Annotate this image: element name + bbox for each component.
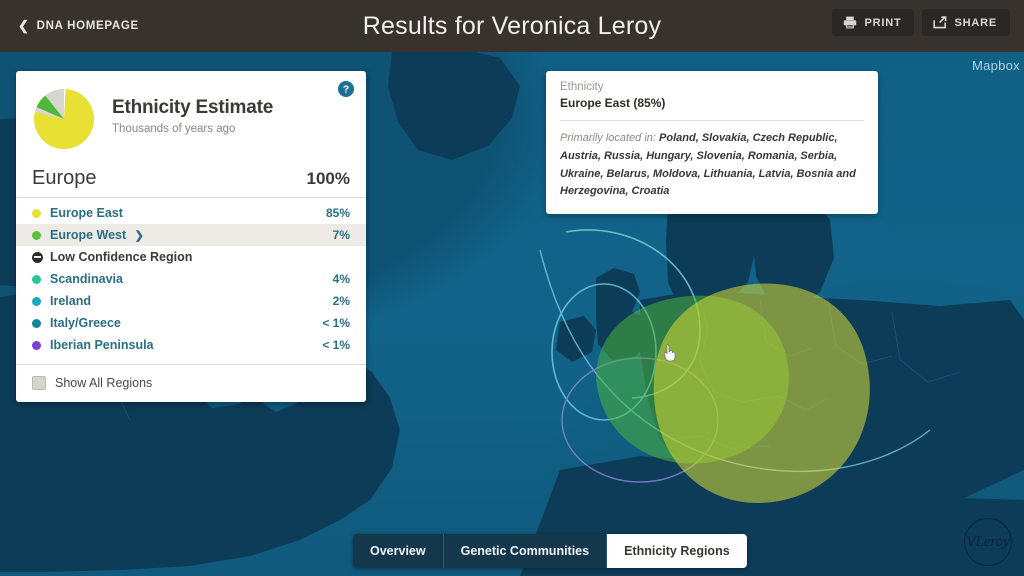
ethnicity-percent: 2%: [332, 294, 350, 308]
mapbox-attribution[interactable]: Mapbox: [972, 58, 1020, 73]
chevron-right-icon[interactable]: ❯: [135, 230, 144, 242]
list-item[interactable]: Iberian Peninsula < 1%: [16, 334, 366, 356]
color-dot-icon: [32, 296, 41, 306]
minus-circle-icon: [32, 251, 43, 263]
ethnicity-label: Europe East: [50, 206, 123, 220]
show-all-regions-checkbox[interactable]: [32, 376, 46, 390]
tooltip-kicker: Ethnicity: [560, 81, 604, 93]
share-icon: [933, 16, 947, 29]
color-dot-icon: [32, 340, 41, 350]
share-button[interactable]: SHARE: [922, 9, 1010, 36]
dna-results-page: Mapbox VLeroy ❮ DNA HOMEPAGE Results for…: [0, 0, 1024, 576]
panel-title: Ethnicity Estimate: [112, 97, 274, 118]
tab-overview[interactable]: Overview: [353, 534, 444, 568]
low-confidence-label: Low Confidence Region: [50, 250, 193, 264]
ethnicity-estimate-panel: Ethnicity Estimate Thousands of years ag…: [16, 71, 366, 402]
region-percent: 100%: [306, 169, 350, 188]
ethnicity-label: Italy/Greece: [50, 316, 121, 330]
ethnicity-label: Ireland: [50, 294, 91, 308]
ethnicity-pie-chart: [34, 88, 94, 149]
list-item[interactable]: Italy/Greece < 1%: [16, 312, 366, 334]
printer-icon: [844, 16, 857, 29]
share-label: SHARE: [954, 16, 997, 29]
ethnicity-label: Scandinavia: [50, 272, 123, 286]
color-dot-icon: [32, 274, 41, 284]
low-confidence-header: Low Confidence Region: [16, 246, 366, 268]
video-watermark: VLeroy: [964, 518, 1012, 566]
tab-ethnicity-regions[interactable]: Ethnicity Regions: [607, 534, 747, 568]
dna-homepage-link[interactable]: ❮ DNA HOMEPAGE: [18, 18, 139, 33]
question-mark-icon[interactable]: ?: [338, 81, 354, 97]
panel-subtitle: Thousands of years ago: [112, 123, 236, 135]
tooltip-divider: [560, 120, 864, 121]
pointer-cursor: [663, 344, 676, 362]
print-label: PRINT: [864, 16, 902, 29]
region-name: Europe: [32, 167, 97, 189]
list-item[interactable]: Ireland 2%: [16, 290, 366, 312]
ethnicity-label: Iberian Peninsula: [50, 338, 154, 352]
color-dot-icon: [32, 208, 41, 218]
ethnicity-percent: 7%: [332, 228, 350, 242]
ethnicity-tooltip: Ethnicity Europe East (85%) Primarily lo…: [546, 71, 878, 215]
color-dot-icon: [32, 318, 41, 328]
tab-genetic-communities[interactable]: Genetic Communities: [443, 534, 608, 568]
ethnicity-label: Europe West ❯: [50, 228, 333, 242]
region-summary-row: Europe 100%: [16, 161, 366, 198]
watermark-text: VLeroy: [966, 533, 1010, 550]
list-item[interactable]: Europe West ❯ 7%: [16, 224, 366, 246]
svg-text:?: ?: [343, 84, 349, 96]
header-actions: PRINT SHARE: [832, 9, 1010, 36]
ethnicity-percent: 85%: [325, 206, 350, 220]
tooltip-body: Primarily located in: Poland, Slovakia, …: [560, 130, 864, 201]
dna-homepage-label: DNA HOMEPAGE: [36, 20, 139, 32]
ethnicity-percent: 4%: [332, 272, 350, 286]
print-button[interactable]: PRINT: [832, 9, 915, 36]
list-item[interactable]: Scandinavia 4%: [16, 268, 366, 290]
ethnicity-label-text: Europe West: [50, 228, 127, 242]
list-item[interactable]: Europe East 85%: [16, 202, 366, 224]
chevron-left-icon: ❮: [18, 18, 30, 33]
top-header-bar: ❮ DNA HOMEPAGE Results for Veronica Lero…: [0, 0, 1024, 52]
color-dot-icon: [32, 230, 41, 240]
ethnicity-percent: < 1%: [322, 316, 350, 330]
show-all-regions-row[interactable]: Show All Regions: [16, 364, 366, 402]
ethnicity-percent: < 1%: [322, 338, 350, 352]
ethnicity-list: Europe East 85% Europe West ❯ 7% Low Con…: [16, 198, 366, 356]
show-all-regions-label: Show All Regions: [55, 376, 153, 390]
panel-titles: Ethnicity Estimate Thousands of years ag…: [112, 87, 273, 135]
tooltip-lead: Primarily located in:: [560, 132, 656, 144]
view-tabs: Overview Genetic Communities Ethnicity R…: [353, 534, 747, 568]
tooltip-title: Europe East (85%): [560, 96, 666, 110]
panel-header: Ethnicity Estimate Thousands of years ag…: [16, 71, 366, 157]
